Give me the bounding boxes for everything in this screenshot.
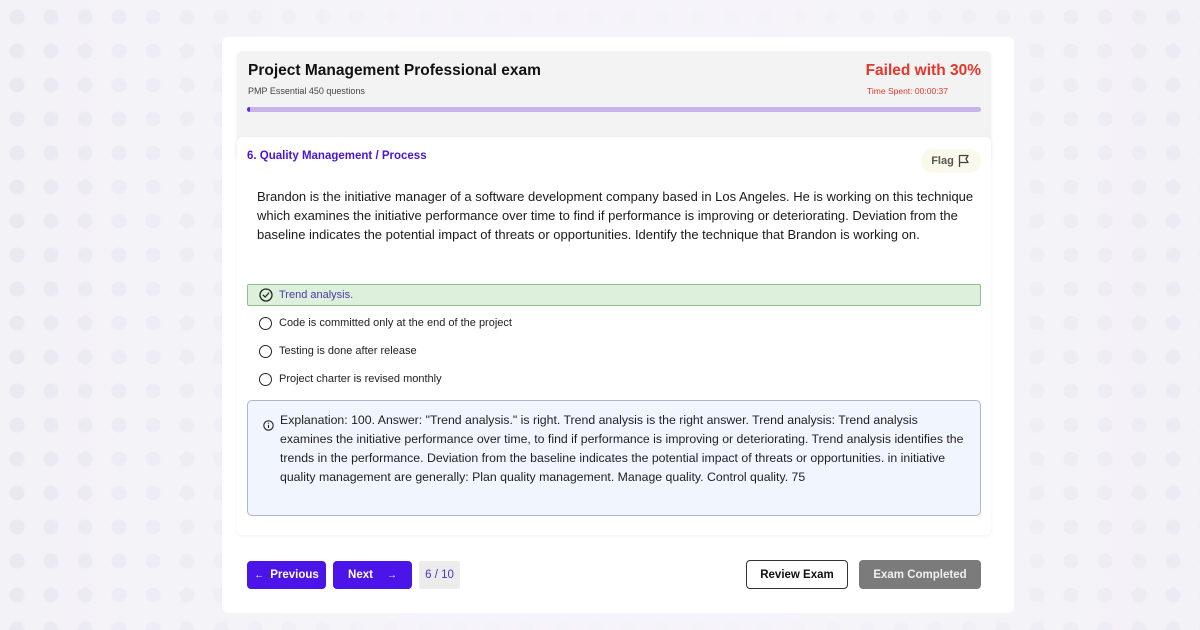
check-circle-icon (259, 288, 273, 302)
exam-completed-button[interactable]: Exam Completed (859, 560, 981, 589)
answer-option-label: Trend analysis. (279, 289, 354, 301)
flag-label: Flag (931, 155, 954, 167)
info-icon (263, 420, 274, 431)
answer-option[interactable]: Trend analysis. (247, 284, 981, 306)
exam-result: Failed with 30% (865, 62, 981, 79)
progress-bar (247, 107, 981, 112)
flag-button[interactable]: Flag (921, 149, 981, 173)
explanation-text: Explanation: 100. Answer: "Trend analysi… (280, 413, 964, 484)
time-spent-value: 00:00:37 (914, 86, 948, 96)
answer-option-label: Project charter is revised monthly (279, 373, 442, 385)
explanation-box: Explanation: 100. Answer: "Trend analysi… (247, 400, 981, 516)
progress-fill (247, 107, 250, 112)
previous-label: Previous (270, 569, 319, 581)
time-spent: Time Spent: 00:00:37 (867, 86, 948, 96)
arrow-left-icon: ← (254, 569, 265, 581)
previous-button[interactable]: ← Previous (247, 561, 326, 589)
radio-icon (259, 344, 272, 358)
answer-option-label: Code is committed only at the end of the… (279, 317, 512, 329)
answer-option[interactable]: Testing is done after release (247, 340, 981, 362)
review-exam-button[interactable]: Review Exam (746, 560, 848, 589)
answer-option-label: Testing is done after release (279, 345, 417, 357)
question-category: 6. Quality Management / Process (247, 150, 427, 162)
question-text: Brandon is the initiative manager of a s… (257, 189, 974, 242)
exam-subtitle: PMP Essential 450 questions (248, 86, 365, 96)
exam-title: Project Management Professional exam (248, 62, 541, 79)
arrow-right-icon: → (386, 569, 397, 581)
radio-icon (259, 316, 272, 330)
question-counter: 6 / 10 (419, 561, 460, 589)
question-panel: 6. Quality Management / Process Flag Bra… (237, 137, 991, 535)
next-label: Next (348, 569, 373, 581)
radio-icon (259, 372, 272, 386)
time-spent-label: Time Spent: (867, 86, 913, 96)
exam-card: Project Management Professional exam PMP… (222, 37, 1014, 613)
next-button[interactable]: Next → (333, 561, 412, 589)
answer-option[interactable]: Project charter is revised monthly (247, 368, 981, 390)
flag-icon (958, 154, 969, 167)
answer-option[interactable]: Code is committed only at the end of the… (247, 312, 981, 334)
